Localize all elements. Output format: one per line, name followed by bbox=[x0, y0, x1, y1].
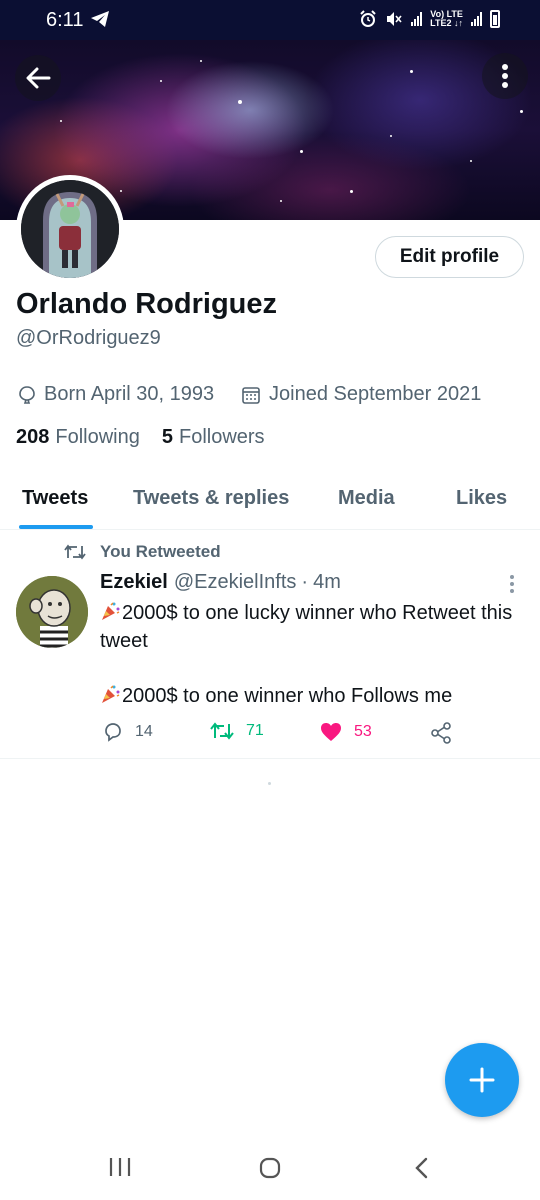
retweet-icon bbox=[64, 544, 86, 560]
reply-icon bbox=[105, 723, 121, 742]
retweet-count: 71 bbox=[246, 722, 264, 739]
network-type: Vo) LTE LTE2 ↓↑ bbox=[430, 9, 463, 28]
battery-icon bbox=[490, 10, 500, 28]
join-date: Joined September 2021 bbox=[241, 383, 481, 406]
tweet-divider bbox=[0, 758, 540, 759]
tweet-author-avatar[interactable] bbox=[16, 576, 88, 648]
balloon-icon bbox=[19, 385, 35, 404]
tweet-line-1: 2000$ to one lucky winner who Retweet th… bbox=[100, 602, 513, 652]
edit-profile-button[interactable]: Edit profile bbox=[375, 236, 524, 278]
followers-label: Followers bbox=[178, 426, 265, 448]
back-nav-icon[interactable] bbox=[412, 1156, 432, 1180]
tab-media[interactable]: Media bbox=[338, 487, 395, 510]
system-nav-bar bbox=[0, 1140, 540, 1200]
avatar-image bbox=[21, 180, 119, 278]
profile-tabs: Tweets Tweets & replies Media Likes bbox=[0, 470, 540, 530]
arrow-left-icon bbox=[26, 67, 51, 89]
heart-icon bbox=[321, 723, 341, 741]
retweet-context: You Retweeted bbox=[64, 542, 221, 562]
retweet-context-text: You Retweeted bbox=[100, 542, 221, 561]
recent-apps-icon[interactable] bbox=[108, 1156, 132, 1178]
status-time: 6:11 bbox=[46, 9, 84, 31]
calendar-icon bbox=[242, 386, 260, 404]
loading-indicator bbox=[268, 782, 271, 785]
tweet-actions: 14 71 53 bbox=[0, 722, 540, 744]
tab-likes[interactable]: Likes bbox=[456, 487, 507, 510]
like-count: 53 bbox=[354, 723, 372, 740]
share-button[interactable] bbox=[430, 722, 452, 744]
reply-count: 14 bbox=[135, 723, 153, 740]
followers-link[interactable]: 5 Followers bbox=[162, 426, 265, 449]
reply-button[interactable]: 14 bbox=[103, 722, 153, 742]
retweet-button[interactable]: 71 bbox=[210, 722, 264, 740]
more-options-button[interactable] bbox=[482, 53, 528, 99]
tab-tweets-replies[interactable]: Tweets & replies bbox=[133, 487, 289, 510]
telegram-icon bbox=[91, 11, 109, 27]
more-vertical-icon bbox=[502, 64, 508, 88]
profile-handle: @OrRodriguez9 bbox=[16, 327, 161, 349]
following-count: 208 bbox=[16, 426, 50, 448]
follow-stats: 208 Following 5 Followers bbox=[16, 426, 287, 449]
tweet-text: 2000$ to one lucky winner who Retweet th… bbox=[100, 599, 525, 710]
tweet-separator: · bbox=[301, 571, 309, 593]
home-icon[interactable] bbox=[258, 1156, 282, 1180]
share-icon bbox=[431, 722, 451, 744]
mute-icon bbox=[387, 12, 402, 26]
back-button[interactable] bbox=[15, 55, 61, 101]
birthday-text: Born April 30, 1993 bbox=[44, 383, 215, 405]
retweet-active-icon bbox=[210, 722, 234, 740]
join-date-text: Joined September 2021 bbox=[269, 383, 482, 405]
followers-count: 5 bbox=[161, 426, 173, 448]
active-tab-indicator bbox=[19, 525, 93, 529]
display-name: Orlando Rodriguez bbox=[16, 288, 277, 320]
tweet-timestamp: 4m bbox=[313, 571, 341, 593]
tweet-more-icon[interactable] bbox=[508, 574, 516, 594]
tweet-author-name[interactable]: Ezekiel bbox=[100, 571, 168, 594]
tab-tweets[interactable]: Tweets bbox=[22, 487, 88, 510]
tweet-author-handle[interactable]: @EzekielInfts bbox=[174, 571, 297, 594]
profile-avatar[interactable] bbox=[16, 175, 124, 283]
tweet-line-2: 2000$ to one winner who Follows me bbox=[122, 685, 453, 707]
like-button[interactable]: 53 bbox=[320, 722, 372, 742]
party-popper-icon bbox=[100, 684, 120, 704]
party-popper-icon bbox=[100, 601, 120, 621]
plus-icon bbox=[469, 1067, 495, 1093]
signal-2-icon bbox=[471, 12, 482, 26]
status-bar: 6:11 Vo) LTE LTE2 ↓↑ bbox=[0, 0, 540, 40]
compose-tweet-button[interactable] bbox=[445, 1043, 519, 1117]
following-link[interactable]: 208 Following bbox=[16, 426, 140, 449]
following-label: Following bbox=[55, 426, 140, 448]
tweet-header: Ezekiel @EzekielInfts · 4m bbox=[100, 571, 341, 594]
status-icons: Vo) LTE LTE2 ↓↑ bbox=[359, 10, 500, 28]
birthday: Born April 30, 1993 bbox=[18, 383, 214, 406]
alarm-icon bbox=[360, 10, 376, 27]
signal-icon bbox=[411, 12, 423, 26]
